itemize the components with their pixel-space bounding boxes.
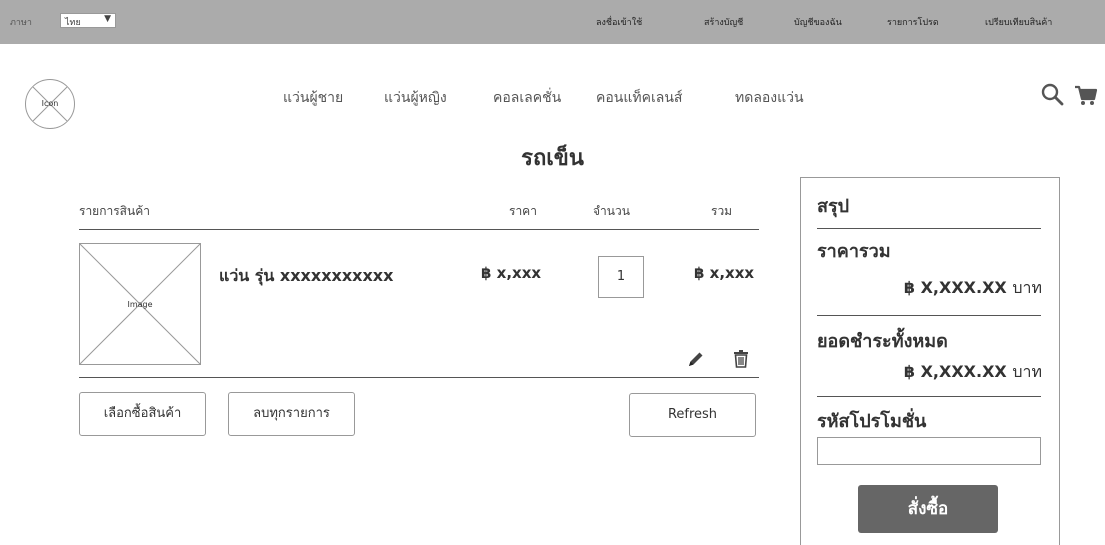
nav-try-on[interactable]: ทดลองแว่น	[735, 87, 804, 109]
quantity-input[interactable]: 1	[598, 256, 644, 298]
page-title: รถเข็น	[521, 146, 584, 171]
column-header-quantity: จำนวน	[593, 204, 630, 218]
row-divider	[79, 377, 759, 378]
grand-total-label: ยอดชำระทั้งหมด	[817, 331, 948, 352]
create-account-link[interactable]: สร้างบัญชี	[704, 15, 743, 29]
subtotal-value: ฿ X,XXX.XX	[903, 278, 1007, 297]
login-link[interactable]: ลงชื่อเข้าใช้	[596, 15, 642, 29]
compare-products-link[interactable]: เปรียบเทียบสินค้า	[985, 15, 1052, 29]
logo[interactable]: Icon	[25, 79, 75, 129]
promo-code-input[interactable]	[817, 437, 1041, 465]
nav-men-glasses[interactable]: แว่นผู้ชาย	[283, 87, 343, 109]
language-label: ภาษา	[10, 18, 32, 28]
column-header-product: รายการสินค้า	[79, 204, 150, 218]
refresh-button[interactable]: Refresh	[629, 393, 756, 437]
promo-code-label: รหัสโปรโมชั่น	[817, 411, 927, 432]
favorites-link[interactable]: รายการโปรด	[887, 15, 939, 29]
pencil-icon[interactable]	[686, 349, 706, 369]
my-account-link[interactable]: บัญชีของฉัน	[794, 15, 842, 29]
product-line-total: ฿ x,xxx	[694, 264, 755, 282]
summary-title: สรุป	[817, 196, 850, 217]
nav-women-glasses[interactable]: แว่นผู้หญิง	[384, 87, 447, 109]
grand-total-value: ฿ X,XXX.XX	[903, 362, 1007, 381]
cart-icon[interactable]	[1073, 82, 1099, 108]
language-select[interactable]: ไทย ▼	[60, 13, 116, 28]
summary-divider	[817, 228, 1041, 229]
column-header-price: ราคา	[509, 204, 537, 218]
search-icon[interactable]	[1040, 82, 1066, 108]
grand-total-unit: บาท	[1012, 362, 1042, 381]
subtotal-unit: บาท	[1012, 278, 1042, 297]
continue-shopping-button[interactable]: เลือกซื้อสินค้า	[79, 392, 206, 436]
header-divider	[79, 229, 759, 230]
subtotal-amount: ฿ X,XXX.XX บาท	[817, 276, 1042, 301]
trash-icon[interactable]	[731, 349, 751, 369]
nav-collection[interactable]: คอลเลคชั่น	[493, 87, 561, 109]
column-header-total: รวม	[711, 204, 733, 218]
summary-divider	[817, 315, 1041, 316]
place-order-button[interactable]: สั่งซื้อ	[858, 485, 998, 533]
product-image[interactable]: Image	[79, 243, 201, 365]
product-image-label: Image	[127, 300, 153, 309]
product-name[interactable]: แว่น รุ่น xxxxxxxxxxx	[219, 264, 393, 289]
chevron-down-icon: ▼	[104, 14, 111, 24]
language-select-value: ไทย	[65, 18, 81, 28]
grand-total-amount: ฿ X,XXX.XX บาท	[817, 360, 1042, 385]
subtotal-label: ราคารวม	[817, 241, 891, 262]
summary-divider	[817, 396, 1041, 397]
logo-label: Icon	[41, 99, 59, 108]
delete-all-button[interactable]: ลบทุกรายการ	[228, 392, 355, 436]
product-price: ฿ x,xxx	[481, 264, 542, 282]
nav-contact-lens[interactable]: คอนแท็คเลนส์	[596, 87, 682, 109]
top-utility-bar: ภาษา ไทย ▼ ลงชื่อเข้าใช้ สร้างบัญชี บัญช…	[0, 0, 1105, 44]
